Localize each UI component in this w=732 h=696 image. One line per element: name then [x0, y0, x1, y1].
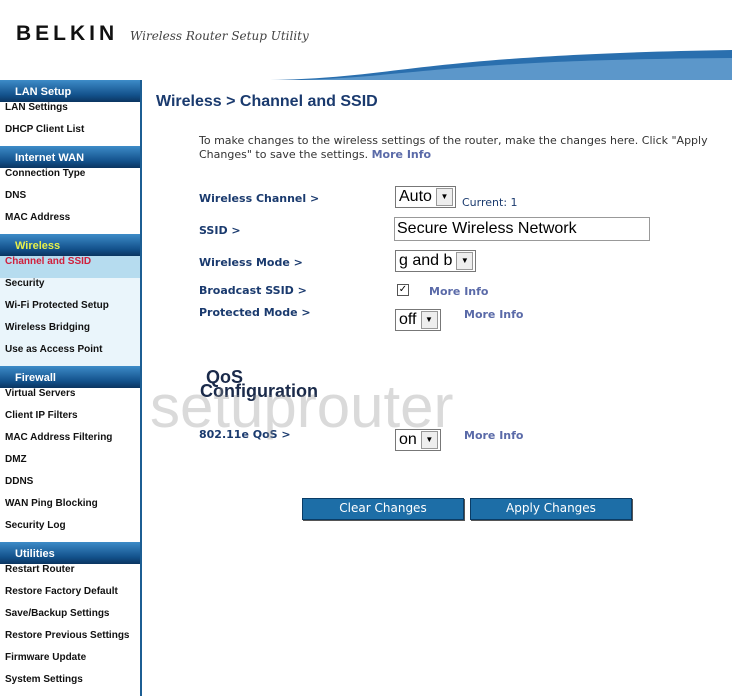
protected-mode-select[interactable]: off ▼ [395, 309, 441, 331]
clear-changes-button[interactable]: Clear Changes [302, 498, 464, 520]
chevron-down-icon: ▼ [456, 252, 474, 270]
tagline: Wireless Router Setup Utility [130, 29, 309, 43]
sidebar-item-security-log[interactable]: Security Log [0, 520, 140, 542]
sidebar-item-dmz[interactable]: DMZ [0, 454, 140, 476]
sidebar-item-wan-ping-blocking[interactable]: WAN Ping Blocking [0, 498, 140, 520]
sidebar-item-dhcp-client-list[interactable]: DHCP Client List [0, 124, 140, 146]
current-channel: Current: 1 [462, 196, 518, 209]
page-title: Wireless > Channel and SSID [156, 93, 378, 110]
sidebar-item-restore-previous-settings[interactable]: Restore Previous Settings [0, 630, 140, 652]
sidebar-item-lan-settings[interactable]: LAN Settings [0, 102, 140, 124]
sidebar-item-mac-address[interactable]: MAC Address [0, 212, 140, 234]
wireless-channel-label: Wireless Channel > [199, 192, 320, 205]
sidebar-item-wireless-bridging[interactable]: Wireless Bridging [0, 322, 140, 344]
ssid-input[interactable] [394, 217, 650, 241]
wireless-mode-label: Wireless Mode > [199, 256, 303, 269]
sidebar-item-mac-address-filtering[interactable]: MAC Address Filtering [0, 432, 140, 454]
sidebar-item-save-backup-settings[interactable]: Save/Backup Settings [0, 608, 140, 630]
sidebar-section-firewall: Firewall [0, 366, 140, 388]
header: BELKIN Wireless Router Setup Utility [0, 0, 732, 80]
sidebar-section-lan-setup: LAN Setup [0, 80, 140, 102]
sidebar-item-virtual-servers[interactable]: Virtual Servers [0, 388, 140, 410]
sidebar-item-wi-fi-protected-setup[interactable]: Wi-Fi Protected Setup [0, 300, 140, 322]
protected-mode-label: Protected Mode > [199, 306, 311, 319]
header-swoosh [270, 50, 732, 80]
sidebar-item-system-settings[interactable]: System Settings [0, 674, 140, 696]
qos-value: on [399, 431, 417, 448]
sidebar-section-wireless: Wireless [0, 234, 140, 256]
apply-changes-button[interactable]: Apply Changes [470, 498, 632, 520]
more-info-link[interactable]: More Info [464, 308, 524, 321]
chevron-down-icon: ▼ [420, 431, 438, 449]
sidebar-item-firmware-update[interactable]: Firmware Update [0, 652, 140, 674]
chevron-down-icon: ▼ [420, 311, 438, 329]
sidebar-item-channel-and-ssid[interactable]: Channel and SSID [0, 256, 140, 278]
broadcast-ssid-checkbox[interactable]: ✓ [397, 284, 409, 296]
wireless-channel-select[interactable]: Auto ▼ [395, 186, 456, 208]
sidebar-item-connection-type[interactable]: Connection Type [0, 168, 140, 190]
broadcast-ssid-label: Broadcast SSID > [199, 284, 307, 297]
main-content: Wireless > Channel and SSID To make chan… [142, 80, 732, 696]
more-info-link[interactable]: More Info [464, 429, 524, 442]
intro-text: To make changes to the wireless settings… [199, 134, 732, 162]
sidebar-item-restore-factory-default[interactable]: Restore Factory Default [0, 586, 140, 608]
protected-value: off [399, 311, 417, 328]
wireless-mode-select[interactable]: g and b ▼ [395, 250, 477, 272]
qos-label: 802.11e QoS > [199, 428, 291, 441]
sidebar-item-security[interactable]: Security [0, 278, 140, 300]
intro-body: To make changes to the wireless settings… [199, 134, 708, 161]
qos-heading-2: Configuration [200, 381, 318, 401]
mode-value: g and b [399, 252, 453, 269]
qos-select[interactable]: on ▼ [395, 429, 441, 451]
more-info-link[interactable]: More Info [429, 285, 489, 298]
chevron-down-icon: ▼ [435, 188, 453, 206]
ssid-label: SSID > [199, 224, 241, 237]
sidebar-item-use-as-access-point[interactable]: Use as Access Point [0, 344, 140, 366]
sidebar-section-internet-wan: Internet WAN [0, 146, 140, 168]
belkin-logo: BELKIN [16, 22, 119, 45]
qos-heading: QoS Configuration [200, 368, 318, 401]
sidebar-item-restart-router[interactable]: Restart Router [0, 564, 140, 586]
more-info-link[interactable]: More Info [372, 148, 432, 161]
sidebar-item-ddns[interactable]: DDNS [0, 476, 140, 498]
sidebar-item-client-ip-filters[interactable]: Client IP Filters [0, 410, 140, 432]
sidebar-section-utilities: Utilities [0, 542, 140, 564]
sidebar-item-dns[interactable]: DNS [0, 190, 140, 212]
sidebar-nav: LAN Setup LAN Settings DHCP Client List Int… [0, 80, 142, 696]
channel-value: Auto [399, 188, 432, 205]
